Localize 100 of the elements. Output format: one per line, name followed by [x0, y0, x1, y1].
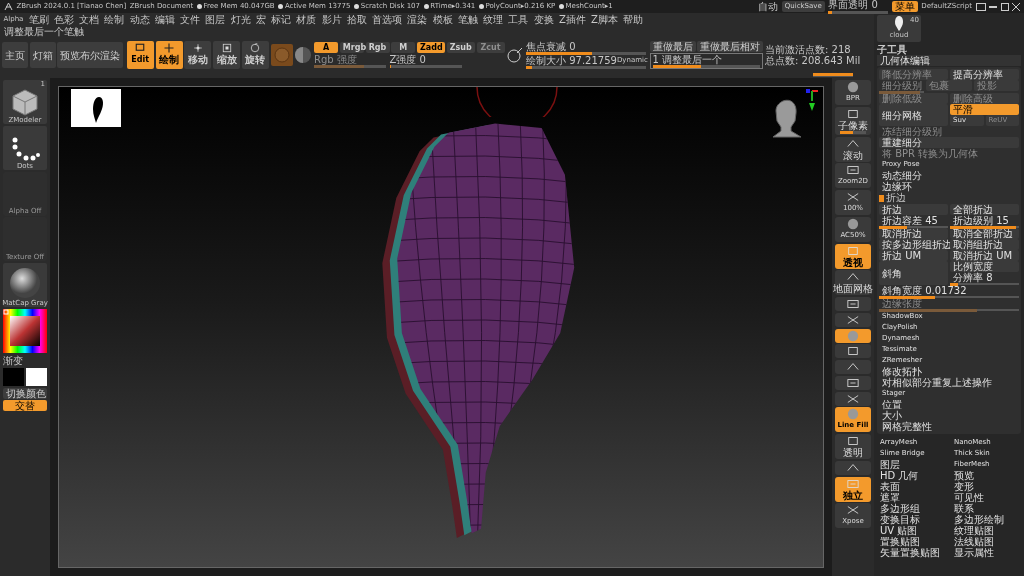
panel-item[interactable]: 可见性 — [951, 492, 1021, 504]
panel-item[interactable]: 置换贴图 — [877, 536, 947, 548]
slider-track[interactable] — [840, 130, 866, 134]
panel-item[interactable]: UV 贴图 — [877, 525, 947, 537]
slider-track[interactable] — [879, 309, 1019, 312]
view-button[interactable]: 滚动 — [835, 136, 871, 162]
view-button[interactable]: 透视 — [835, 243, 871, 269]
slider-fill[interactable] — [526, 66, 532, 69]
redo-button[interactable]: 重做最后 — [649, 40, 696, 52]
view-button[interactable] — [835, 312, 871, 327]
panel-item[interactable]: 联系 — [951, 503, 1021, 515]
slider-track[interactable] — [879, 296, 1019, 299]
menu-item[interactable]: 影片 — [319, 13, 344, 26]
mode-button[interactable]: 旋转 — [241, 41, 269, 69]
panel-item[interactable]: 纹理贴图 — [951, 525, 1021, 537]
menu-item[interactable]: 文档 — [77, 13, 101, 26]
mode-button[interactable]: 绘制 — [155, 41, 183, 69]
subtool-heading[interactable]: 子工具 — [877, 43, 1021, 56]
panel-button[interactable]: 全部折边 — [950, 203, 1019, 215]
redo-button[interactable]: 重做最后相对 — [697, 40, 764, 52]
slider-track[interactable] — [828, 10, 889, 14]
panel-item[interactable]: 网格完整性 — [879, 421, 1019, 433]
panel-item[interactable]: 修改拓扑 — [879, 366, 1019, 378]
panel-item[interactable]: 预览 — [951, 470, 1021, 482]
panel-item[interactable]: 多边形绘制 — [951, 514, 1021, 526]
menu-item[interactable]: 笔触 — [456, 13, 480, 26]
menu-item[interactable]: 绘制 — [102, 13, 127, 26]
menu-item[interactable]: 工具 — [506, 13, 531, 26]
panel-item[interactable]: 边缘环 — [879, 181, 1019, 193]
view-button[interactable]: 透明 — [835, 434, 871, 459]
panel-item[interactable]: 对相似部分重复上述操作 — [879, 377, 1019, 389]
panel-item[interactable]: 矢量置换贴图 — [877, 547, 947, 559]
panel-button[interactable]: 折边 — [879, 203, 948, 215]
panel-button[interactable]: 取消全部折边 — [950, 228, 1019, 239]
view-button[interactable]: 子像素 — [835, 106, 871, 135]
slider-fill[interactable] — [840, 130, 853, 134]
menu-item[interactable]: 模板 — [430, 13, 455, 26]
menu-button[interactable]: 菜单 — [891, 1, 918, 12]
menu-item[interactable]: 文件 — [178, 13, 202, 26]
menu-item[interactable]: 帮助 — [621, 13, 645, 26]
panel-button[interactable]: 折边 UM — [879, 250, 948, 262]
channel-toggle[interactable]: Rgb — [365, 41, 390, 53]
slider-track[interactable] — [526, 66, 646, 69]
mode-button[interactable]: 缩放 — [213, 41, 240, 69]
z-mode-toggle[interactable]: Zadd — [417, 41, 445, 53]
menu-item[interactable]: 变换 — [531, 13, 556, 26]
panel-button[interactable]: 取消折边 UM — [950, 250, 1019, 262]
panel-item[interactable]: 表面 — [877, 481, 947, 493]
channel-toggle[interactable]: M — [391, 41, 416, 53]
slider-track[interactable] — [526, 52, 646, 55]
menu-item[interactable]: 首选项 — [370, 13, 404, 26]
panel-button[interactable]: 斜角 — [879, 261, 948, 286]
toolbar-button[interactable]: 预览布尔渲染 — [57, 42, 124, 68]
secondary-color-swatch[interactable] — [25, 367, 47, 386]
view-button[interactable] — [835, 375, 871, 390]
menu-item[interactable]: 渲染 — [405, 13, 430, 26]
slider-track[interactable] — [950, 283, 1019, 286]
panel-item[interactable]: 大小 — [879, 410, 1019, 422]
panel-item[interactable]: 动态细分 — [879, 170, 1019, 182]
panel-button[interactable]: 取消折边 — [879, 228, 948, 239]
slider-track[interactable] — [879, 91, 925, 94]
panel-item[interactable]: 遮罩 — [877, 492, 947, 504]
panel-item[interactable]: 多边形组 — [877, 503, 947, 515]
panel-button[interactable]: 细分网格 — [879, 104, 948, 127]
menu-item[interactable]: 拾取 — [345, 13, 369, 26]
section-label[interactable]: 折边 — [885, 192, 906, 204]
panel-toggle[interactable]: 平滑 — [950, 104, 1019, 116]
channel-toggle[interactable]: Mrgb — [339, 41, 364, 53]
toolbar-button[interactable]: 灯箱 — [29, 42, 56, 68]
panel-item[interactable]: 法线贴图 — [951, 536, 1021, 548]
section-heading[interactable]: 几何体编辑 — [877, 55, 1021, 67]
view-button[interactable] — [835, 328, 871, 343]
panel-item[interactable]: 变形 — [951, 481, 1021, 493]
mode-button[interactable]: 移动 — [184, 41, 212, 69]
mode-button[interactable]: Edit — [126, 41, 154, 69]
panel-button[interactable]: 取消组折边 — [950, 239, 1019, 251]
view-button[interactable]: 地面网格 — [835, 270, 871, 296]
menu-item[interactable]: Z脚本 — [589, 13, 620, 26]
view-button[interactable]: 独立 — [835, 476, 871, 502]
z-mode-toggle[interactable]: Zsub — [446, 41, 475, 53]
alternate-button[interactable]: 交替 — [3, 400, 47, 412]
slider-fill[interactable] — [950, 226, 1016, 229]
slider-fill[interactable] — [950, 283, 959, 287]
slider-fill[interactable] — [652, 65, 701, 69]
panel-item[interactable]: 显示属性 — [951, 547, 1021, 559]
menu-item[interactable]: 图层 — [203, 13, 228, 26]
panel-item[interactable]: 图层 — [877, 459, 947, 471]
slider-fill[interactable] — [828, 10, 832, 14]
slider-fill[interactable] — [879, 226, 907, 229]
switch-color-button[interactable]: 切换颜色 — [3, 387, 47, 399]
menu-item[interactable]: 动态 — [127, 13, 152, 26]
menu-item[interactable]: 宏 — [254, 13, 268, 26]
panel-item[interactable]: 变换目标 — [877, 514, 947, 526]
slider-fill[interactable] — [879, 296, 935, 300]
toolbar-button[interactable]: 主页 — [1, 42, 28, 68]
menu-item[interactable]: 材质 — [294, 13, 319, 26]
slider-fill[interactable] — [526, 52, 592, 55]
channel-toggle[interactable]: A — [314, 41, 338, 53]
slider-track[interactable] — [389, 65, 462, 69]
panel-button[interactable]: 重建细分 — [879, 137, 1019, 149]
